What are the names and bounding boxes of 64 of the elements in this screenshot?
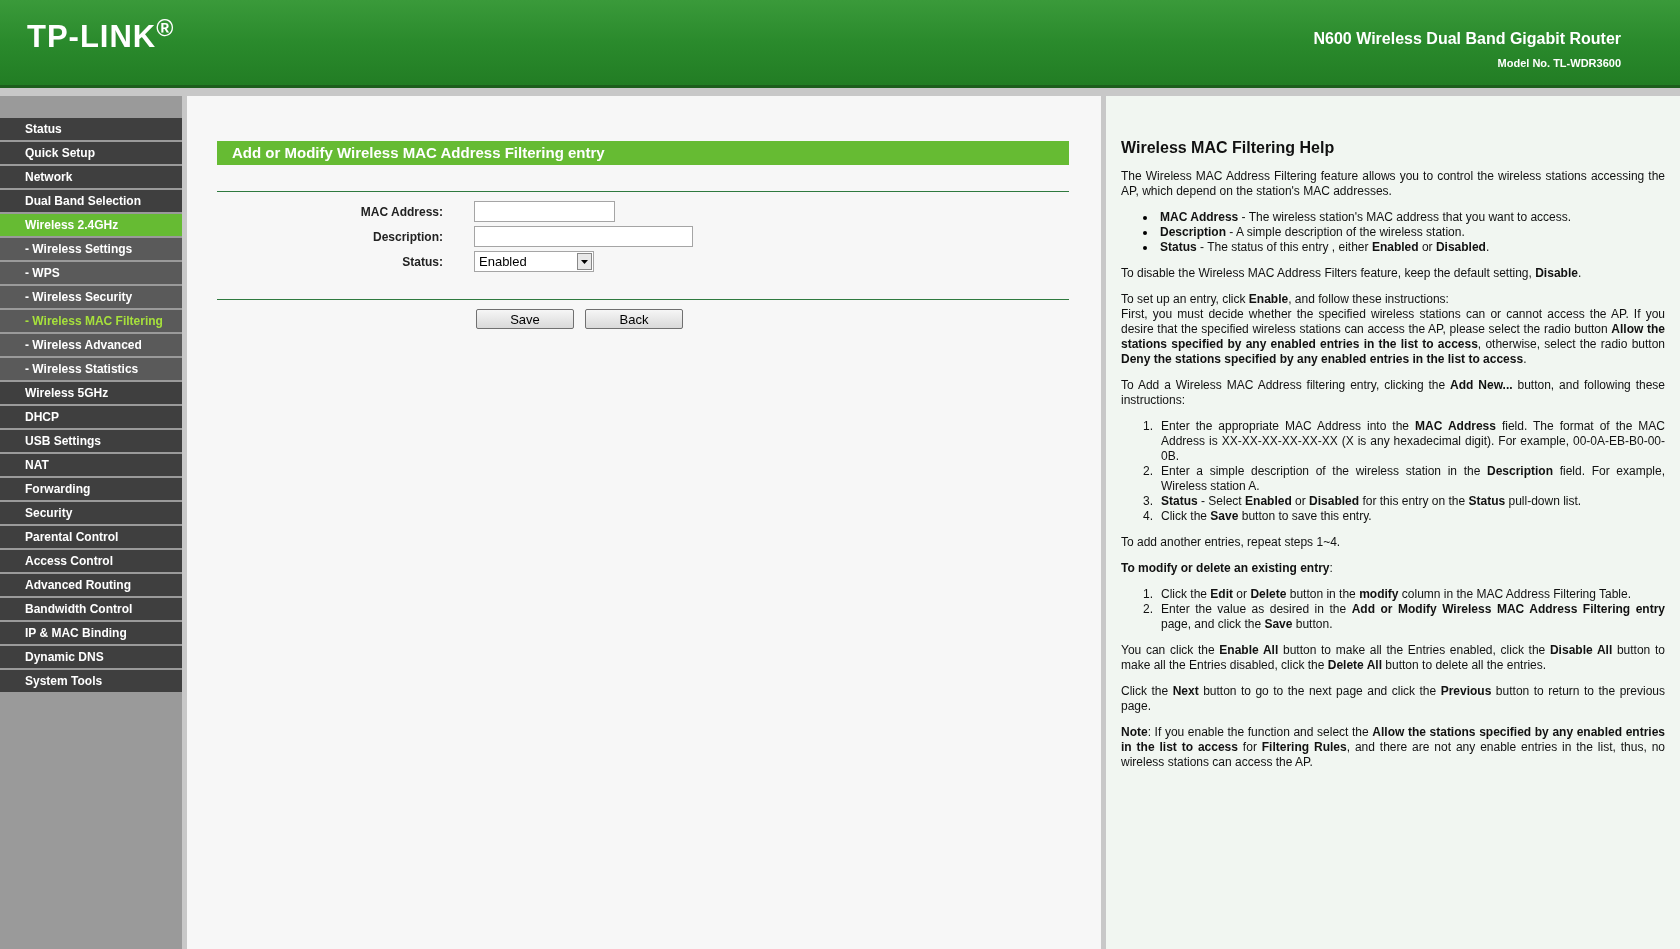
- step-number: 2.: [1143, 464, 1154, 480]
- field-label: MAC Address:: [359, 203, 444, 221]
- step-number: 2.: [1143, 602, 1154, 618]
- help-list-item: Description - A simple description of the wireless station.: [1160, 225, 1465, 240]
- help-paragraph: The Wireless MAC Address Filtering feature allows you to control the wireless stations accessing the AP, which depend on the station's MAC addresses.: [1121, 169, 1665, 199]
- sidebar-item[interactable]: - Wireless Security: [0, 286, 182, 308]
- step-number: 1.: [1143, 419, 1154, 435]
- field-label: Status:: [401, 253, 444, 271]
- help-list-item: Click the Edit or Delete button in the modify column in the MAC Address Filtering Table.: [1161, 587, 1632, 602]
- field-label: Description:: [372, 228, 444, 246]
- help-paragraph: Click the Next button to go to the next page and click the Previous button to return to the previous page.: [1121, 684, 1665, 714]
- sidebar-item[interactable]: IP & MAC Binding: [0, 622, 182, 644]
- help-paragraph: To disable the Wireless MAC Address Filters feature, keep the default setting, Disable.: [1121, 266, 1583, 281]
- text-field[interactable]: [474, 226, 693, 247]
- help-list-item: MAC Address - The wireless station's MAC address that you want to access.: [1160, 210, 1572, 225]
- step-number: 4.: [1143, 509, 1154, 524]
- sidebar-item[interactable]: - Wireless MAC Filtering: [0, 310, 182, 332]
- sidebar-item[interactable]: NAT: [0, 454, 182, 476]
- help-paragraph: To set up an entry, click Enable, and follow these instructions:: [1121, 292, 1450, 307]
- bullet-icon: [1143, 246, 1147, 250]
- sidebar-item[interactable]: - WPS: [0, 262, 182, 284]
- help-paragraph: Note: If you enable the function and select the Allow the stations specified by any enabled entries in the list to access for Filtering Rules, and there are not any enable entries in the list, thus, no wireless stations can access the AP.: [1121, 725, 1665, 770]
- step-number: 3.: [1143, 494, 1154, 509]
- help-paragraph: To Add a Wireless MAC Address filtering entry, clicking the Add New... button, and following these instructions:: [1121, 378, 1665, 408]
- help-list-item: Status - Select Enabled or Disabled for this entry on the Status pull-down list.: [1161, 494, 1582, 509]
- sidebar-item[interactable]: Bandwidth Control: [0, 598, 182, 620]
- step-number: 1.: [1143, 587, 1154, 602]
- form-button[interactable]: Back: [585, 309, 683, 329]
- help-paragraph: You can click the Enable All button to make all the Entries enabled, click the Disable All button to make all the Entries disabled, click the Delete All button to delete all the entries.: [1121, 643, 1665, 673]
- help-list-item: Click the Save button to save this entry.: [1161, 509, 1372, 524]
- sidebar-item[interactable]: USB Settings: [0, 430, 182, 452]
- help-paragraph: First, you must decide whether the specified wireless stations can or cannot access the AP. If you desire that the specified wireless stations can access the AP, please select the radio button Allow the stations specified by any enabled entries in the list to access, otherwise, select the radio button Deny the stations specified by any enabled entries in the list to access.: [1121, 307, 1665, 367]
- status-dropdown[interactable]: Enabled: [474, 251, 594, 272]
- sidebar-item[interactable]: Forwarding: [0, 478, 182, 500]
- form-button[interactable]: Save: [476, 309, 574, 329]
- help-list-item: Status - The status of this entry , either Enabled or Disabled.: [1160, 240, 1490, 255]
- sidebar-item[interactable]: Status: [0, 118, 182, 140]
- help-paragraph: To add another entries, repeat steps 1~4.: [1121, 535, 1342, 550]
- product-name: N600 Wireless Dual Band Gigabit Router: [1313, 29, 1621, 50]
- help-list-item: Enter a simple description of the wireless station in the Description field. For example, Wireless station A.: [1161, 464, 1665, 494]
- help-paragraph: To modify or delete an existing entry:: [1121, 561, 1334, 576]
- sidebar-item[interactable]: Parental Control: [0, 526, 182, 548]
- sidebar-item[interactable]: Dynamic DNS: [0, 646, 182, 668]
- form-title: Add or Modify Wireless MAC Address Filtering entry: [217, 141, 1069, 165]
- sidebar-item[interactable]: Security: [0, 502, 182, 524]
- sidebar-item[interactable]: - Wireless Advanced: [0, 334, 182, 356]
- sidebar-item[interactable]: Access Control: [0, 550, 182, 572]
- sidebar-item[interactable]: Advanced Routing: [0, 574, 182, 596]
- bullet-icon: [1143, 216, 1147, 220]
- help-list-item: Enter the value as desired in the Add or Modify Wireless MAC Address Filtering entry page, and click the Save button.: [1161, 602, 1665, 632]
- sidebar-item[interactable]: Wireless 5GHz: [0, 382, 182, 404]
- sidebar-item[interactable]: - Wireless Settings: [0, 238, 182, 260]
- text-field[interactable]: [474, 201, 615, 222]
- help-title: Wireless MAC Filtering Help: [1121, 140, 1336, 155]
- sidebar-item[interactable]: - Wireless Statistics: [0, 358, 182, 380]
- bullet-icon: [1143, 231, 1147, 235]
- sidebar-item[interactable]: Dual Band Selection: [0, 190, 182, 212]
- sidebar-item[interactable]: Quick Setup: [0, 142, 182, 164]
- brand-logo: TP-LINK$^{®}$: [27, 14, 175, 57]
- sidebar-item[interactable]: DHCP: [0, 406, 182, 428]
- help-list-item: Enter the appropriate MAC Address into the MAC Address field. The format of the MAC Address is XX-XX-XX-XX-XX-XX (X is any hexadecimal digit). For example, 00-0A-EB-B0-00-0B.: [1161, 419, 1665, 464]
- sidebar-item[interactable]: Network: [0, 166, 182, 188]
- sidebar-item[interactable]: System Tools: [0, 670, 182, 692]
- model-number: Model No. TL-WDR3600: [1497, 56, 1621, 72]
